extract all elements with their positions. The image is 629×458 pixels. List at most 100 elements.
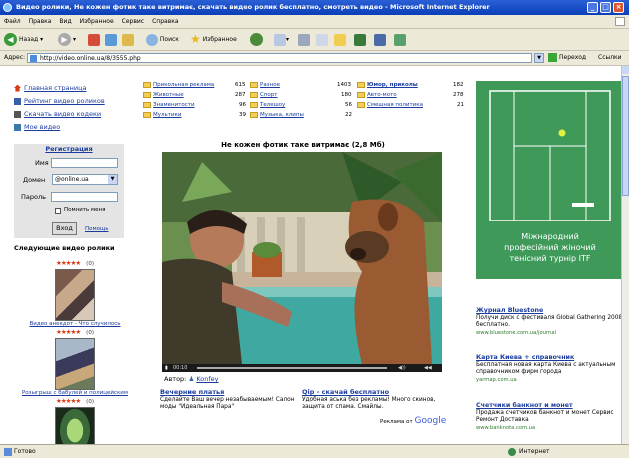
category-item[interactable]: Музыка, клипы 22 <box>250 111 352 120</box>
play-icon[interactable]: ▮ <box>165 365 168 371</box>
video-thumbnail[interactable] <box>55 407 95 444</box>
side-ad[interactable]: Счетчики банкнот и монет Продажа счетчик… <box>476 402 624 432</box>
nav-my-video-link[interactable]: Мое видео <box>24 123 60 131</box>
password-input[interactable] <box>51 192 118 202</box>
video-thumbnail[interactable] <box>55 338 95 390</box>
category-link[interactable]: Мультики <box>153 112 181 118</box>
name-input[interactable] <box>51 158 118 168</box>
side-ad-url[interactable]: www.banknota.com.ua <box>476 425 624 433</box>
side-ad-title[interactable]: Счетчики банкнот и монет <box>476 402 624 410</box>
menu-file[interactable]: Файл <box>0 15 25 28</box>
remember-checkbox[interactable] <box>55 208 61 214</box>
links-button[interactable]: Ссылки <box>598 51 622 65</box>
home-button[interactable] <box>122 32 134 47</box>
login-header[interactable]: Регистрация <box>14 144 124 155</box>
nav-codecs-link[interactable]: Скачать видео кодеки <box>24 110 101 118</box>
side-ad-url[interactable]: yarmap.com.ua <box>476 377 624 385</box>
extra-button[interactable] <box>394 32 406 47</box>
nav-home-link[interactable]: Главная страница <box>24 84 87 92</box>
nav-rating[interactable]: Рейтинг видео роликов <box>14 95 136 108</box>
category-link[interactable]: Авто-мото <box>367 92 397 98</box>
search-button[interactable]: Поиск <box>146 32 179 47</box>
folder-icon <box>143 81 151 88</box>
help-link[interactable]: Помощь <box>85 226 108 232</box>
refresh-button[interactable] <box>105 32 117 47</box>
ad-title[interactable]: Вечерние платья <box>160 388 298 397</box>
stop-button[interactable] <box>88 32 100 47</box>
video-caption[interactable]: Видео анекдот - Что случилось <box>20 321 130 327</box>
video-card[interactable]: ★★★★★ (0) Розыгрыш с бабулей и полицейски… <box>20 328 130 396</box>
category-item[interactable]: Авто-мото 278 <box>357 91 464 100</box>
google-ads-label[interactable]: Реклама от Google <box>380 416 446 426</box>
menu-help[interactable]: Справка <box>148 15 182 28</box>
category-item[interactable]: Смешная политика 21 <box>357 101 464 110</box>
category-item[interactable]: Знаменитости 96 <box>143 101 246 110</box>
back-button[interactable]: ◀ Назад ▾ <box>4 32 43 47</box>
scroll-thumb[interactable] <box>622 76 629 196</box>
menu-tools[interactable]: Сервис <box>118 15 148 28</box>
ad-title[interactable]: Qip - скачай бесплатно <box>302 388 452 397</box>
category-item[interactable]: Юмор, приколы 182 <box>357 81 464 90</box>
player-controls[interactable]: ▮ 00:10 ◀)) ◀◀ <box>162 364 442 372</box>
maximize-icon[interactable]: □ <box>600 2 611 13</box>
category-link[interactable]: Юмор, приколы <box>367 82 418 88</box>
favorites-button[interactable]: ★ Избранное <box>190 32 237 47</box>
category-link[interactable]: Смешная политика <box>367 102 423 108</box>
volume-icon[interactable]: ◀)) <box>398 365 406 371</box>
seek-bar[interactable] <box>197 367 387 369</box>
video-caption[interactable]: Розыгрыш с бабулей и полицейским <box>20 390 130 396</box>
tool-button[interactable] <box>374 32 386 47</box>
print-button[interactable] <box>298 32 310 47</box>
side-ad[interactable]: Карта Киева + справочник Бесплатная нова… <box>476 354 624 384</box>
go-button[interactable]: Переход <box>548 51 586 65</box>
nav-codecs[interactable]: Скачать видео кодеки <box>14 108 136 121</box>
side-ad-title[interactable]: Журнал Bluestone <box>476 307 624 315</box>
fullscreen-icon[interactable]: ◀◀ <box>424 365 432 371</box>
messenger-button[interactable] <box>354 32 366 47</box>
video-thumbnail[interactable] <box>55 269 95 321</box>
category-link[interactable]: Знаменитости <box>153 102 195 108</box>
category-link[interactable]: Музыка, клипы <box>260 112 304 118</box>
text-ad[interactable]: Qip - скачай бесплатно Удобная аська без… <box>302 388 452 412</box>
mail-button[interactable]: ▾ <box>274 32 289 47</box>
menu-view[interactable]: Вид <box>55 15 75 28</box>
tennis-banner[interactable]: Міжнародний професійний жіночий тенісний… <box>476 81 624 279</box>
address-input[interactable]: http://video.online.ua/8/3555.php <box>27 53 532 63</box>
video-card[interactable]: ★★★★★ (0) Видео анекдот - Что случилось <box>20 259 130 327</box>
menu-edit[interactable]: Правка <box>25 15 56 28</box>
address-dropdown-icon[interactable]: ▼ <box>534 53 544 63</box>
category-item[interactable]: Телешоу 56 <box>250 101 352 110</box>
category-item[interactable]: Разное 1403 <box>250 81 351 90</box>
category-item[interactable]: Прикольная реклама 615 <box>143 81 246 90</box>
folder-button[interactable] <box>334 32 346 47</box>
category-item[interactable]: Животные 287 <box>143 91 246 100</box>
category-link[interactable]: Прикольная реклама <box>153 82 214 88</box>
video-card[interactable]: ★★★★★ (0) <box>20 397 130 444</box>
category-link[interactable]: Спорт <box>260 92 278 98</box>
vertical-scrollbar[interactable] <box>621 66 629 444</box>
history-button[interactable] <box>250 32 265 47</box>
edit-button[interactable] <box>316 32 328 47</box>
nav-my-video[interactable]: Мое видео <box>14 121 136 134</box>
category-link[interactable]: Животные <box>153 92 184 98</box>
video-player[interactable] <box>162 152 442 364</box>
side-ad-title[interactable]: Карта Киева + справочник <box>476 354 624 362</box>
category-item[interactable]: Спорт 180 <box>250 91 352 100</box>
close-icon[interactable]: × <box>613 2 624 13</box>
menu-favorites[interactable]: Избранное <box>76 15 118 28</box>
text-ad[interactable]: Вечерние платья Сделайте Ваш вечер незаб… <box>160 388 298 412</box>
category-item[interactable]: Мультики 39 <box>143 111 246 120</box>
minimize-icon[interactable]: _ <box>587 2 598 13</box>
nav-home[interactable]: Главная страница <box>14 82 136 95</box>
category-link[interactable]: Телешоу <box>260 102 285 108</box>
side-ad[interactable]: Журнал Bluestone Получи диск с фестиваля… <box>476 307 624 337</box>
author-link[interactable]: Konfey <box>196 375 218 383</box>
forward-button[interactable]: ▶ ▾ <box>58 32 76 47</box>
scroll-up-icon[interactable] <box>622 66 629 74</box>
login-button[interactable]: Вход <box>52 222 77 235</box>
domain-select[interactable]: @online.ua ▼ <box>52 174 118 185</box>
category-link[interactable]: Разное <box>260 82 280 88</box>
nav-rating-link[interactable]: Рейтинг видео роликов <box>24 97 105 105</box>
video-frame <box>162 152 442 364</box>
side-ad-url[interactable]: www.bluestone.com.ua/journal <box>476 330 624 338</box>
